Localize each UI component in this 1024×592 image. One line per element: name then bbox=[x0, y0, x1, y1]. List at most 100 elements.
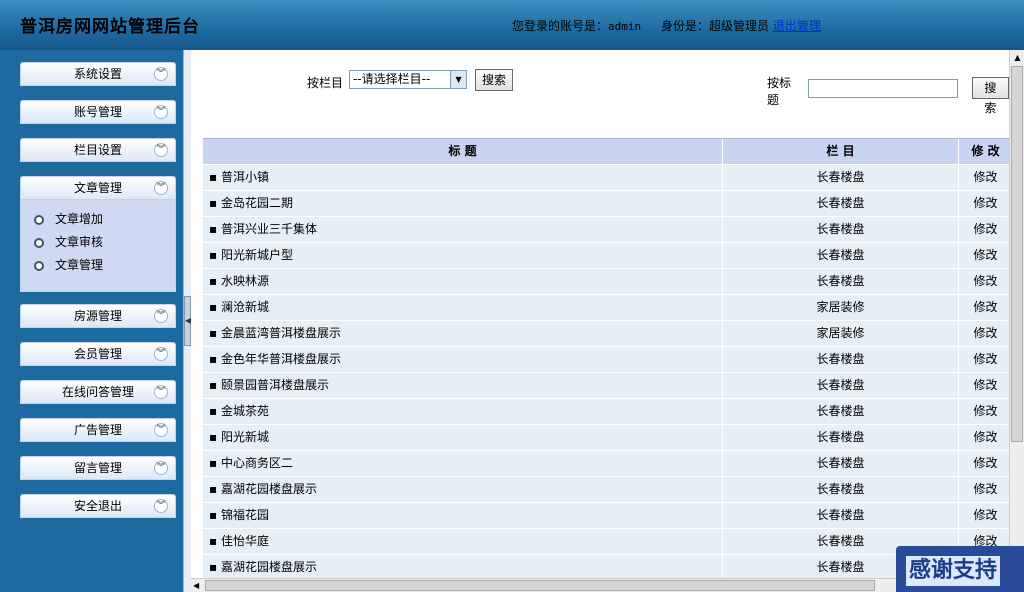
chevron-down-icon[interactable]: ︾ bbox=[154, 105, 168, 119]
sidebar-menu-label: 在线问答管理 bbox=[61, 385, 134, 399]
sidebar-menu-header[interactable]: 房源管理 ︾ bbox=[20, 304, 176, 328]
title-search-button[interactable]: 搜索 bbox=[971, 77, 1009, 115]
vertical-scroll-thumb[interactable] bbox=[1011, 66, 1023, 442]
sidebar-menu-label: 文章管理 bbox=[73, 181, 122, 195]
article-title-cell[interactable]: ▪ 中心商务区二 bbox=[203, 451, 723, 476]
article-title-cell[interactable]: ▪ 水映林源 bbox=[203, 269, 723, 294]
article-title[interactable]: 澜沧新城 bbox=[221, 300, 269, 314]
article-title[interactable]: 颐景园普洱楼盘展示 bbox=[221, 378, 329, 392]
chevron-down-icon[interactable]: ︾ bbox=[154, 385, 168, 399]
article-category: 长春楼盘 bbox=[723, 425, 959, 450]
scroll-up-icon[interactable]: ▲ bbox=[1011, 50, 1024, 65]
sidebar-menu-header[interactable]: 留言管理 ︾ bbox=[20, 456, 176, 480]
article-title-cell[interactable]: ▪ 佳怡华庭 bbox=[203, 529, 723, 554]
role-name: 超级管理员 bbox=[708, 19, 769, 33]
sidebar-menu-header[interactable]: 系统设置 ︾ bbox=[20, 62, 176, 86]
page-title: 普洱房网网站管理后台 bbox=[20, 17, 200, 37]
sidebar-menu: 文章管理 ︾ 文章增加 文章审核 文章管理 bbox=[20, 176, 176, 292]
article-title-cell[interactable]: ▪ 普洱小镇 bbox=[203, 165, 723, 190]
chevron-down-icon[interactable]: ︾ bbox=[154, 309, 168, 323]
vertical-scrollbar[interactable]: ▲ bbox=[1009, 50, 1024, 578]
article-title-cell[interactable]: ▪ 澜沧新城 bbox=[203, 295, 723, 320]
edit-link[interactable]: 修改 bbox=[959, 295, 1009, 320]
edit-link[interactable]: 修改 bbox=[959, 165, 1009, 190]
bullet-icon: ▪ bbox=[209, 482, 221, 496]
sidebar-menu-header[interactable]: 栏目设置 ︾ bbox=[20, 138, 176, 162]
edit-link[interactable]: 修改 bbox=[959, 373, 1009, 398]
article-title[interactable]: 阳光新城 bbox=[221, 430, 269, 444]
dropdown-arrow-icon[interactable]: ▼ bbox=[450, 71, 467, 88]
article-title[interactable]: 金岛花园二期 bbox=[221, 196, 293, 210]
sidebar-menu: 账号管理 ︾ bbox=[20, 100, 176, 124]
horizontal-scrollbar[interactable]: ◀ bbox=[191, 578, 1009, 592]
chevron-down-icon[interactable]: ︾ bbox=[154, 499, 168, 513]
sidebar-submenu-item[interactable]: 文章增加 bbox=[21, 208, 175, 231]
article-title[interactable]: 金晨蓝湾普洱楼盘展示 bbox=[221, 326, 341, 340]
horizontal-scroll-thumb[interactable] bbox=[205, 580, 875, 591]
article-title-cell[interactable]: ▪ 颐景园普洱楼盘展示 bbox=[203, 373, 723, 398]
chevron-down-icon[interactable]: ︾ bbox=[154, 181, 168, 195]
sidebar-menu-label: 系统设置 bbox=[73, 67, 122, 81]
edit-link[interactable]: 修改 bbox=[959, 347, 1009, 372]
edit-link[interactable]: 修改 bbox=[959, 217, 1009, 242]
edit-link[interactable]: 修改 bbox=[959, 399, 1009, 424]
table-row: ▪ 嘉湖花园楼盘展示长春楼盘修改 bbox=[203, 477, 1009, 503]
article-title[interactable]: 锦福花园 bbox=[221, 508, 269, 522]
chevron-down-icon[interactable]: ︾ bbox=[154, 347, 168, 361]
title-search-input[interactable] bbox=[807, 78, 958, 98]
sidebar-menu: 房源管理 ︾ bbox=[20, 304, 176, 328]
sidebar-menu-header[interactable]: 文章管理 ︾ bbox=[20, 176, 176, 200]
article-title[interactable]: 阳光新城户型 bbox=[221, 248, 293, 262]
chevron-down-icon[interactable]: ︾ bbox=[154, 143, 168, 157]
article-title-cell[interactable]: ▪ 阳光新城户型 bbox=[203, 243, 723, 268]
article-title-cell[interactable]: ▪ 普洱兴业三千集体 bbox=[203, 217, 723, 242]
logout-link[interactable]: 退出管理 bbox=[773, 19, 821, 33]
sidebar-menu: 在线问答管理 ︾ bbox=[20, 380, 176, 404]
sidebar-menu-header[interactable]: 安全退出 ︾ bbox=[20, 494, 176, 518]
collapse-arrow-icon[interactable]: ◀ bbox=[184, 296, 191, 346]
article-title[interactable]: 佳怡华庭 bbox=[221, 534, 269, 548]
edit-link[interactable]: 修改 bbox=[959, 269, 1009, 294]
article-title-cell[interactable]: ▪ 嘉湖花园楼盘展示 bbox=[203, 555, 723, 578]
article-title-cell[interactable]: ▪ 金城茶苑 bbox=[203, 399, 723, 424]
sidebar-menu: 系统设置 ︾ bbox=[20, 62, 176, 86]
sidebar-menu-header[interactable]: 账号管理 ︾ bbox=[20, 100, 176, 124]
login-info: 您登录的账号是：admin 身份是：超级管理员 退出管理 bbox=[512, 17, 821, 34]
article-title[interactable]: 普洱小镇 bbox=[221, 170, 269, 184]
article-title[interactable]: 嘉湖花园楼盘展示 bbox=[221, 482, 317, 496]
article-title-cell[interactable]: ▪ 锦福花园 bbox=[203, 503, 723, 528]
sidebar-submenu-item[interactable]: 文章审核 bbox=[21, 231, 175, 254]
article-title[interactable]: 嘉湖花园楼盘展示 bbox=[221, 560, 317, 574]
edit-link[interactable]: 修改 bbox=[959, 243, 1009, 268]
article-title-cell[interactable]: ▪ 金色年华普洱楼盘展示 bbox=[203, 347, 723, 372]
article-title[interactable]: 普洱兴业三千集体 bbox=[221, 222, 317, 236]
article-title-cell[interactable]: ▪ 金岛花园二期 bbox=[203, 191, 723, 216]
sidebar-submenu-label: 文章管理 bbox=[55, 258, 104, 272]
chevron-down-icon[interactable]: ︾ bbox=[154, 423, 168, 437]
article-title-cell[interactable]: ▪ 金晨蓝湾普洱楼盘展示 bbox=[203, 321, 723, 346]
sidebar-menu-header[interactable]: 会员管理 ︾ bbox=[20, 342, 176, 366]
sidebar-menu-header[interactable]: 在线问答管理 ︾ bbox=[20, 380, 176, 404]
edit-link[interactable]: 修改 bbox=[959, 321, 1009, 346]
article-title[interactable]: 金城茶苑 bbox=[221, 404, 269, 418]
article-title[interactable]: 金色年华普洱楼盘展示 bbox=[221, 352, 341, 366]
edit-link[interactable]: 修改 bbox=[959, 477, 1009, 502]
article-title[interactable]: 中心商务区二 bbox=[221, 456, 293, 470]
edit-link[interactable]: 修改 bbox=[959, 425, 1009, 450]
article-title-cell[interactable]: ▪ 阳光新城 bbox=[203, 425, 723, 450]
edit-link[interactable]: 修改 bbox=[959, 451, 1009, 476]
chevron-down-icon[interactable]: ︾ bbox=[154, 461, 168, 475]
article-title-cell[interactable]: ▪ 嘉湖花园楼盘展示 bbox=[203, 477, 723, 502]
edit-link[interactable]: 修改 bbox=[959, 503, 1009, 528]
sidebar-submenu-item[interactable]: 文章管理 bbox=[21, 254, 175, 277]
category-select[interactable]: --请选择栏目-- ▼ bbox=[349, 70, 468, 89]
edit-link[interactable]: 修改 bbox=[959, 191, 1009, 216]
chevron-down-icon[interactable]: ︾ bbox=[154, 67, 168, 81]
sidebar-splitter[interactable]: ◀ bbox=[183, 50, 191, 592]
sidebar-menu-header[interactable]: 广告管理 ︾ bbox=[20, 418, 176, 442]
table-row: ▪ 普洱兴业三千集体 长春楼盘 修改 bbox=[203, 217, 1009, 243]
scroll-left-icon[interactable]: ◀ bbox=[193, 579, 199, 592]
category-search-button[interactable]: 搜索 bbox=[475, 68, 514, 91]
table-row: ▪ 中心商务区二 长春楼盘 修改 bbox=[203, 451, 1009, 477]
article-title[interactable]: 水映林源 bbox=[221, 274, 269, 288]
